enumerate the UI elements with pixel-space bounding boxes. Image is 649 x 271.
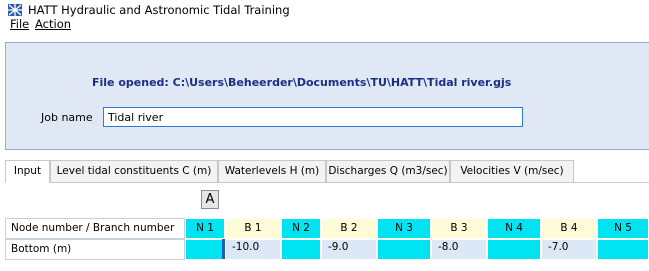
tab-bar: Input Level tidal constituents C (m) Wat… (5, 160, 649, 183)
menu-action-label: Action (35, 17, 72, 31)
table-cell[interactable] (377, 239, 431, 260)
column-header-branch[interactable]: B 1 (225, 218, 281, 239)
table-cell[interactable] (487, 239, 541, 260)
tab-velocities[interactable]: Velocities V (m/sec) (450, 160, 574, 182)
window-title: HATT Hydraulic and Astronomic Tidal Trai… (28, 3, 290, 17)
tab-input[interactable]: Input (5, 160, 50, 183)
file-opened-label: File opened: C:\Users\Beheerder\Document… (92, 76, 512, 89)
column-header-branch[interactable]: B 2 (321, 218, 377, 239)
column-header-node[interactable]: N 5 (597, 218, 649, 239)
column-header-node[interactable]: N 1 (185, 218, 225, 239)
table-cell[interactable] (597, 239, 649, 260)
job-name-input[interactable] (103, 107, 523, 127)
menu-file-label: File (10, 17, 30, 31)
column-header-branch[interactable]: B 4 (541, 218, 597, 239)
cell-selection-marker (222, 239, 225, 259)
app-logo-icon (8, 4, 22, 16)
file-info-panel: File opened: C:\Users\Beheerder\Document… (5, 42, 649, 150)
row-label-bottom: Bottom (m) (5, 239, 185, 260)
tab-discharges[interactable]: Discharges Q (m3/sec) (326, 160, 450, 182)
table-cell[interactable]: -9.0 (321, 239, 377, 260)
table-cell[interactable] (185, 239, 225, 260)
job-name-label: Job name (41, 111, 93, 124)
table-cell[interactable]: -10.0 (225, 239, 281, 260)
column-header-branch[interactable]: B 3 (431, 218, 487, 239)
table-cell[interactable]: -8.0 (431, 239, 487, 260)
table-cell[interactable]: -7.0 (541, 239, 597, 260)
tab-waterlevels[interactable]: Waterlevels H (m) (218, 160, 326, 182)
grid-header-label: Node number / Branch number (5, 218, 185, 239)
menu-action[interactable]: Action (35, 17, 71, 31)
title-bar: HATT Hydraulic and Astronomic Tidal Trai… (0, 0, 649, 20)
menu-file[interactable]: File (10, 17, 29, 31)
column-header-node[interactable]: N 3 (377, 218, 431, 239)
column-header-node[interactable]: N 4 (487, 218, 541, 239)
column-header-node[interactable]: N 2 (281, 218, 321, 239)
tab-level-tidal-constituents[interactable]: Level tidal constituents C (m) (50, 160, 218, 182)
a-button[interactable]: A (201, 190, 219, 209)
table-cell[interactable] (281, 239, 321, 260)
